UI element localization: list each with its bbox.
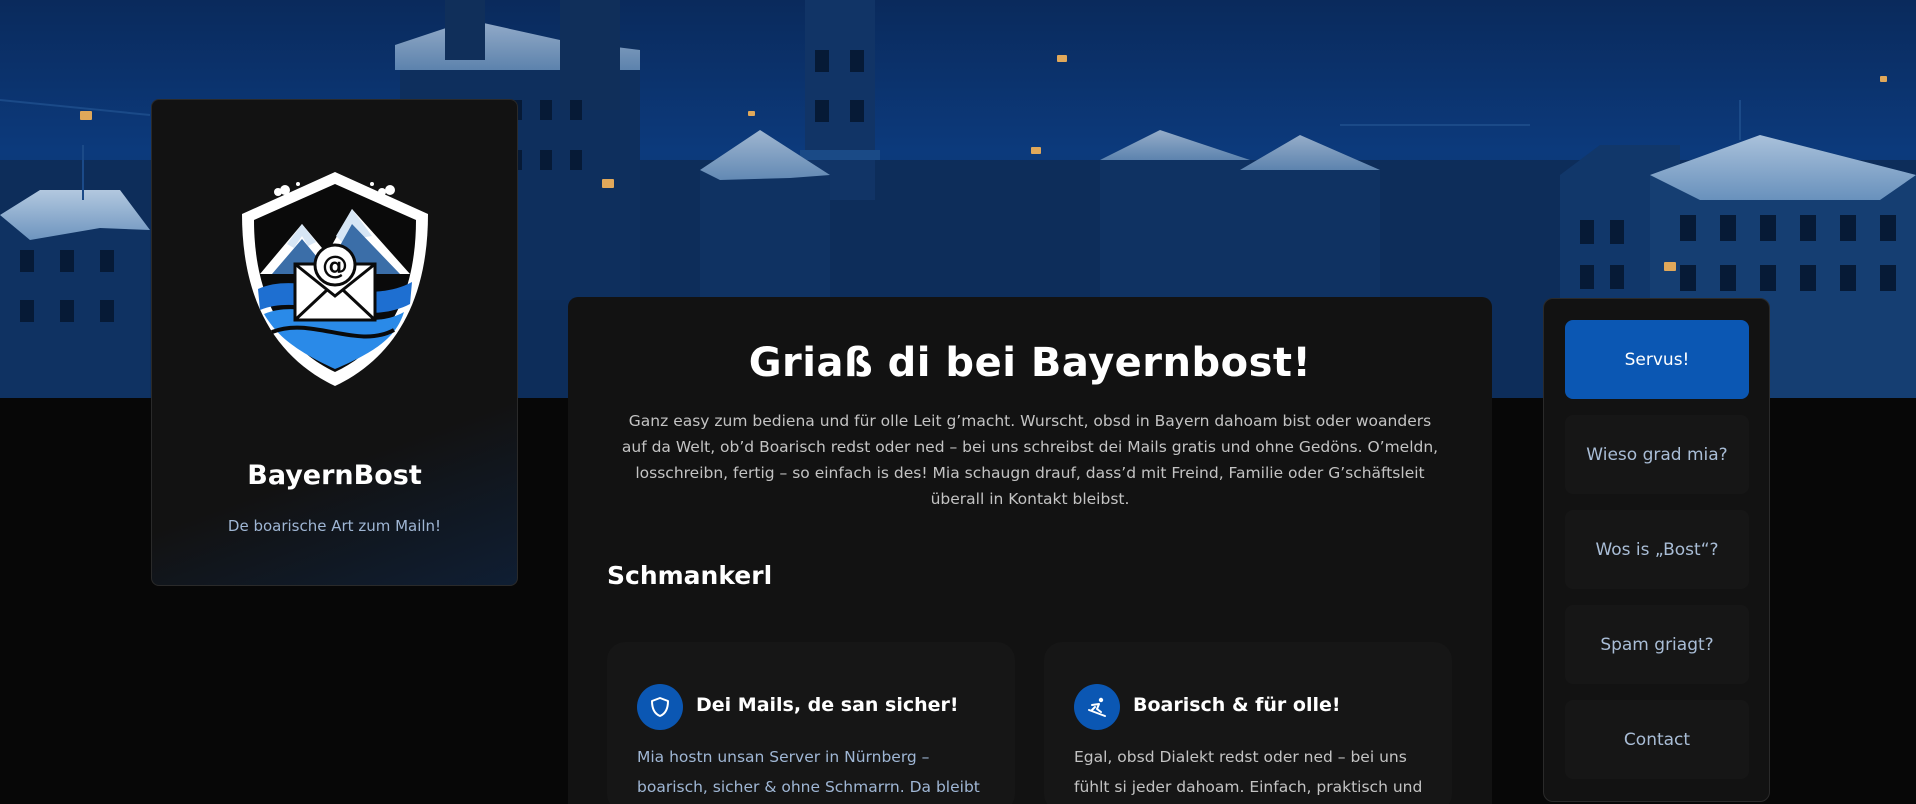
feature-text: Mia hostn unsan Server in Nürnberg – boa… [637,748,980,796]
feature-card-for-all: Boarisch & für olle! Egal, obsd Dialekt … [1044,642,1452,804]
skier-icon [1074,684,1120,730]
envelope-icon [1031,147,1041,154]
brand-name: BayernBost [247,460,422,491]
envelope-icon [1057,55,1067,62]
nav-item-contact[interactable]: Contact [1565,700,1749,779]
page-title: Griaß di bei Bayernbost! [748,340,1312,386]
svg-text:@: @ [322,251,348,281]
feature-text: Egal, obsd Dialekt redst oder ned – bei … [1074,748,1423,796]
nav-item-why-us[interactable]: Wieso grad mia? [1565,415,1749,494]
nav-item-what-is-bost[interactable]: Wos is „Bost“? [1565,510,1749,589]
envelope-icon [1664,262,1676,271]
feature-title: Dei Mails, de san sicher! [696,694,959,716]
intro-paragraph: Ganz easy zum bediena und für olle Leit … [621,412,1439,508]
nav-item-spam[interactable]: Spam griagt? [1565,605,1749,684]
envelope-icon [748,111,755,116]
feature-card-security: Dei Mails, de san sicher! Mia hostn unsa… [607,642,1015,804]
profile-card: @ BayernBost De boarische Art zum Mailn! [151,99,518,586]
shield-icon [637,684,683,730]
envelope-icon [80,111,92,120]
feature-title: Boarisch & für olle! [1133,694,1341,716]
shield-logo-icon: @ [242,172,428,386]
nav-item-servus[interactable]: Servus! [1565,320,1749,399]
brand-tagline: De boarische Art zum Mailn! [227,517,442,535]
envelope-icon [1880,76,1887,82]
envelope-icon [602,179,614,188]
bayernbost-logo: @ [232,164,438,394]
section-heading: Schmankerl [607,561,773,590]
side-nav: Servus! Wieso grad mia? Wos is „Bost“? S… [1543,298,1770,802]
